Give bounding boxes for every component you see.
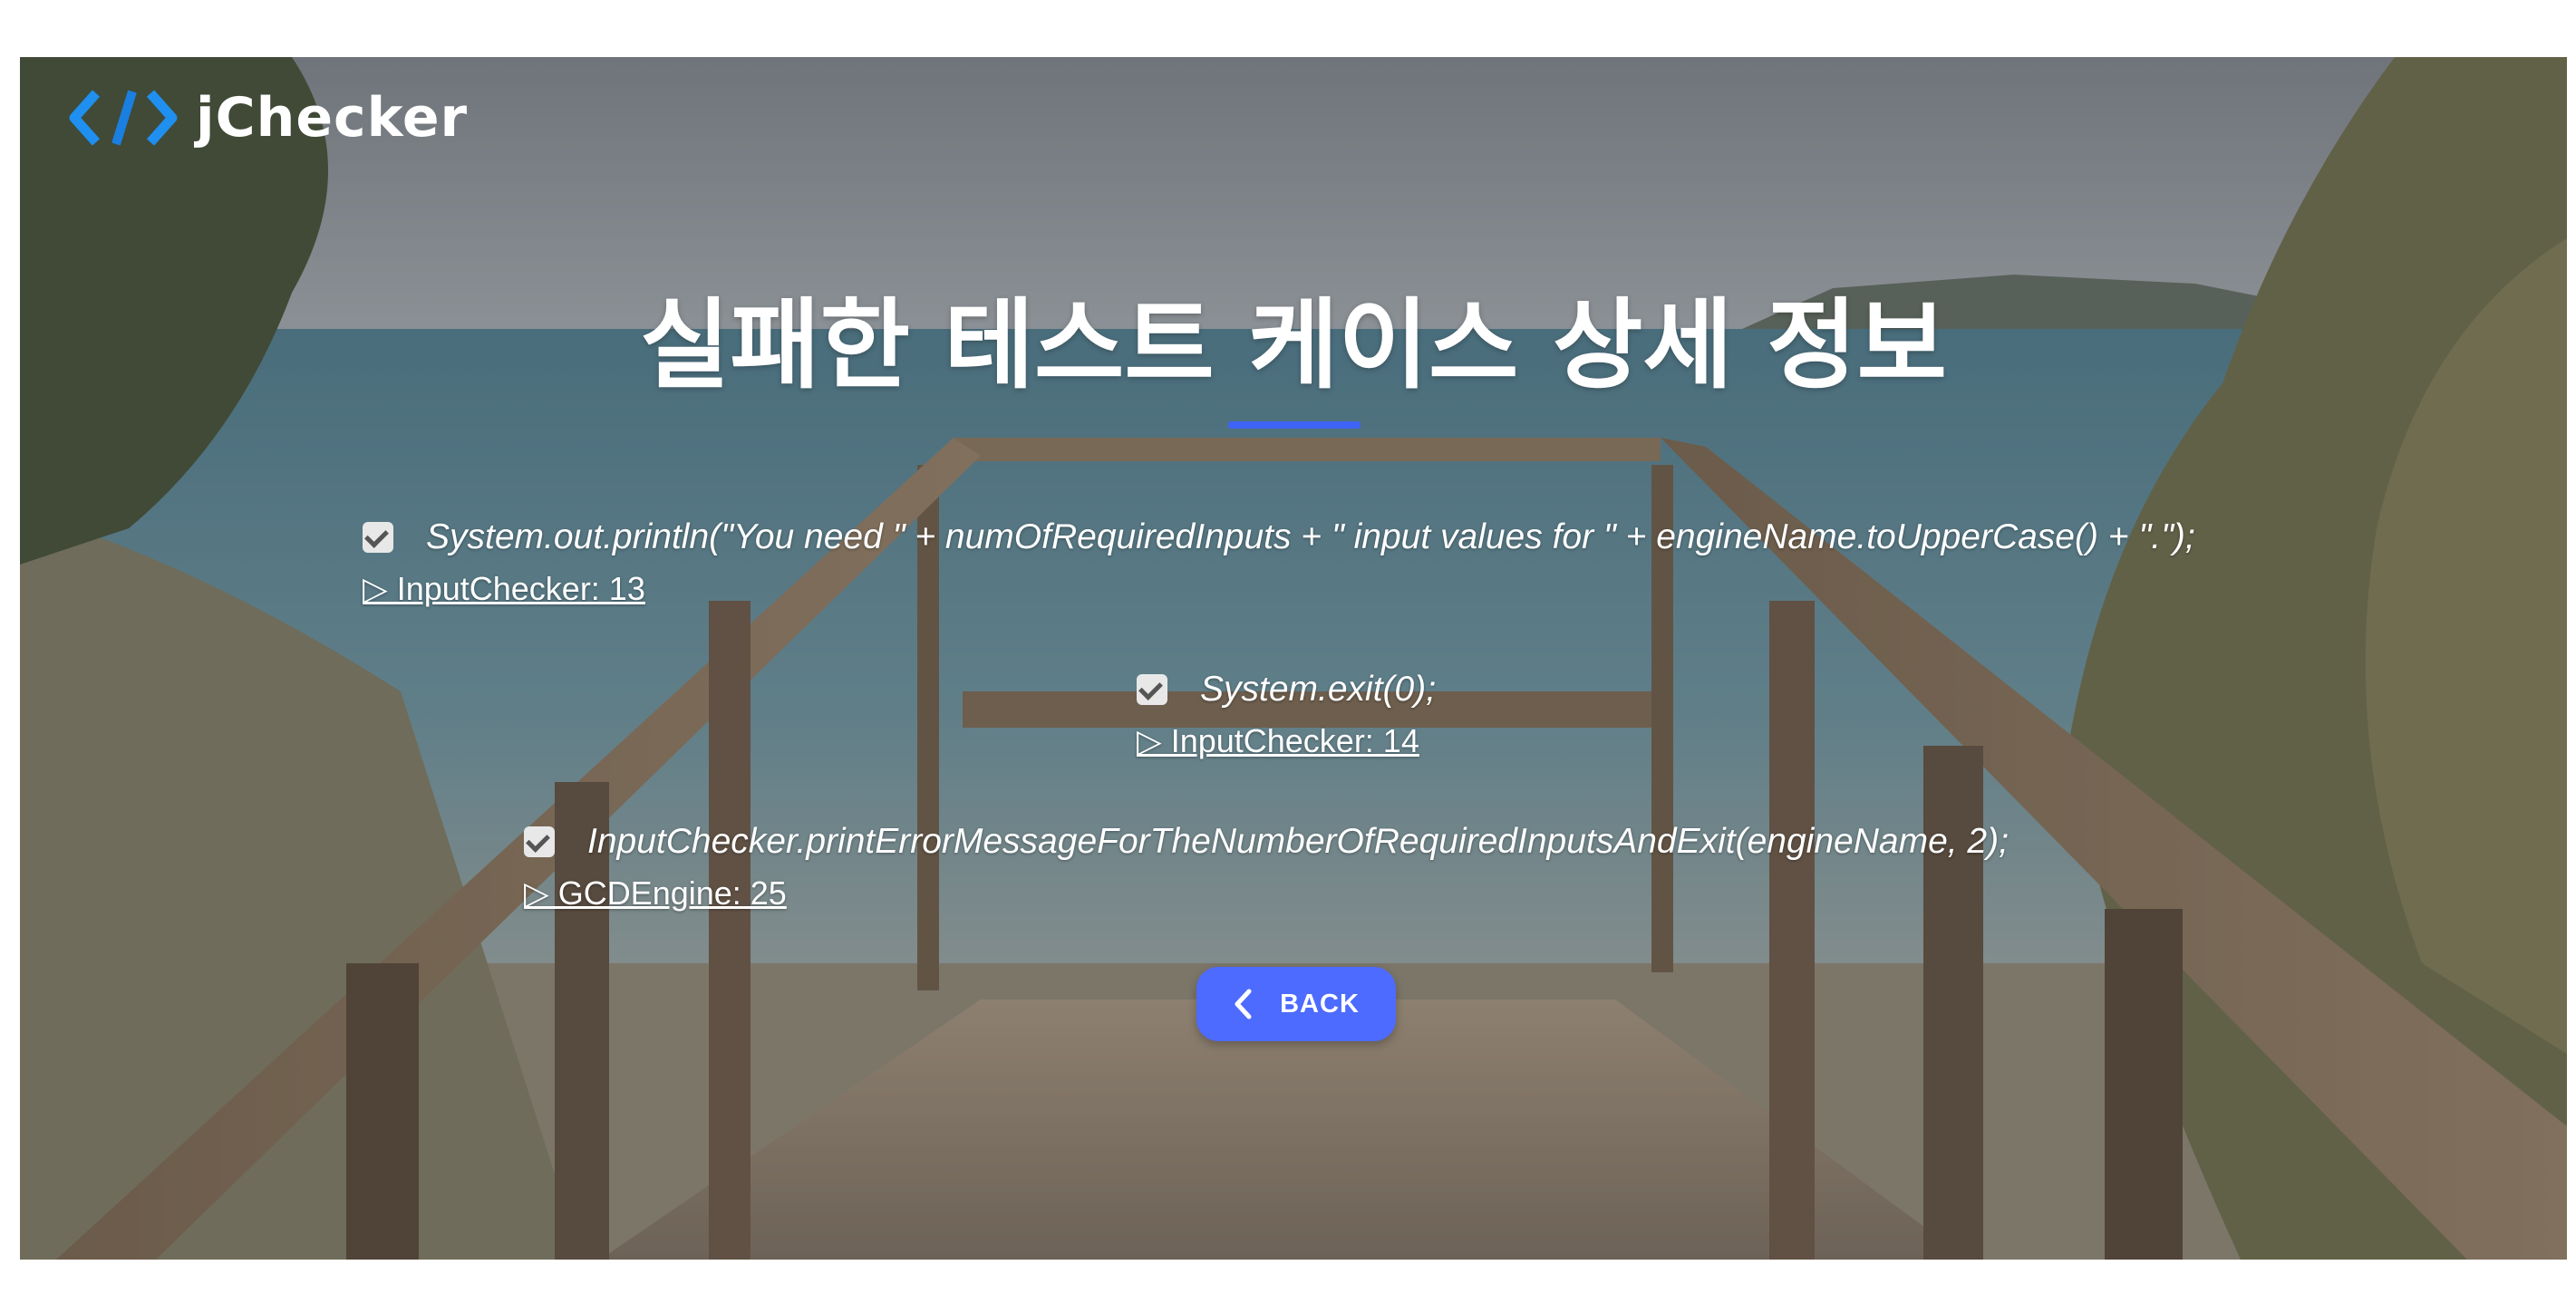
back-button[interactable]: BACK — [1196, 967, 1396, 1041]
failure-item-2: System.exit(0); ▷ InputChecker: 14 — [1137, 662, 1436, 760]
checkbox-icon[interactable] — [1137, 674, 1167, 705]
failed-code-line: InputChecker.printErrorMessageForTheNumb… — [587, 822, 2009, 861]
dim-overlay — [20, 57, 2567, 1260]
checkbox-icon[interactable] — [524, 826, 555, 857]
failure-item-3: InputChecker.printErrorMessageForTheNumb… — [524, 815, 2009, 913]
logo[interactable]: jChecker — [67, 86, 468, 150]
source-link[interactable]: ▷ InputChecker: 13 — [363, 570, 645, 608]
back-button-label: BACK — [1280, 989, 1360, 1019]
source-link[interactable]: ▷ GCDEngine: 25 — [524, 874, 787, 913]
title-underline — [1228, 421, 1361, 429]
code-brackets-icon — [69, 90, 178, 146]
failed-code-line: System.exit(0); — [1200, 670, 1437, 709]
source-link[interactable]: ▷ InputChecker: 14 — [1137, 722, 1419, 760]
chevron-left-icon — [1235, 989, 1252, 1019]
brand-name: jChecker — [196, 86, 469, 150]
failed-code-line: System.out.println("You need " + numOfRe… — [426, 517, 2195, 556]
failure-item-1: System.out.println("You need " + numOfRe… — [363, 510, 2195, 608]
page-title: 실패한 테스트 케이스 상세 정보 — [639, 289, 1948, 402]
checkbox-icon[interactable] — [363, 522, 393, 553]
main-frame: jChecker 실패한 테스트 케이스 상세 정보 System.out.pr… — [20, 57, 2567, 1260]
